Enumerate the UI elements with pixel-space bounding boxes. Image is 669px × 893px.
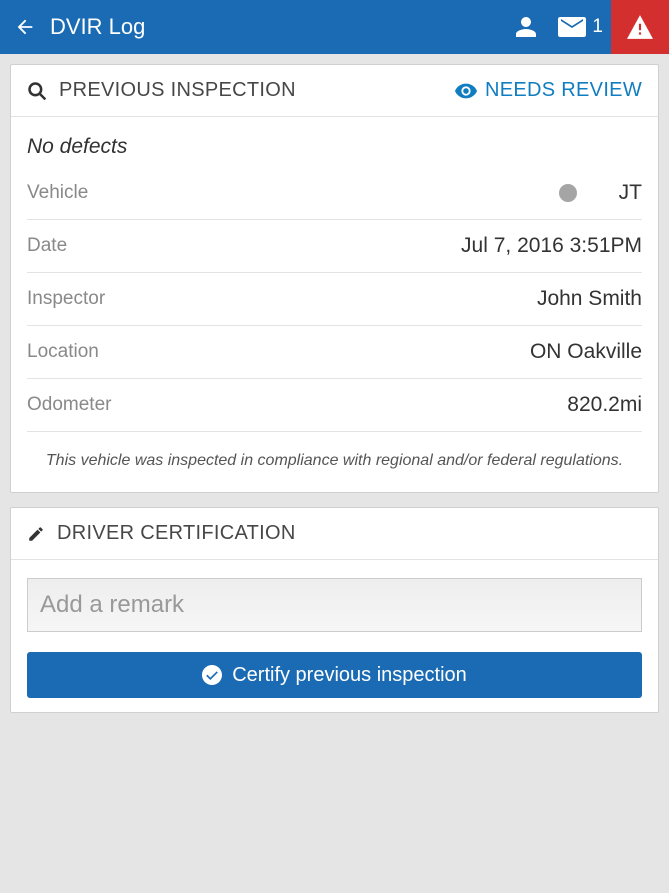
pencil-icon xyxy=(27,525,45,543)
envelope-icon xyxy=(558,17,586,37)
odometer-row: Odometer 820.2mi xyxy=(27,379,642,432)
location-row: Location ON Oakville xyxy=(27,326,642,379)
date-value: Jul 7, 2016 3:51PM xyxy=(461,234,642,258)
messages-button[interactable]: 1 xyxy=(550,16,611,38)
certify-button-label: Certify previous inspection xyxy=(232,664,467,687)
header-actions: 1 xyxy=(502,0,669,54)
date-row: Date Jul 7, 2016 3:51PM xyxy=(27,220,642,273)
alert-button[interactable] xyxy=(611,0,669,54)
certification-card-body: Certify previous inspection xyxy=(11,560,658,712)
page-title: DVIR Log xyxy=(50,14,145,40)
vehicle-status-dot xyxy=(559,184,577,202)
needs-review-button[interactable]: NEEDS REVIEW xyxy=(455,79,642,102)
arrow-left-icon xyxy=(14,16,36,38)
vehicle-row: Vehicle JT xyxy=(27,167,642,220)
defects-status: No defects xyxy=(27,129,642,167)
compliance-notice: This vehicle was inspected in compliance… xyxy=(27,432,642,484)
needs-review-label: NEEDS REVIEW xyxy=(485,79,642,102)
inspector-value: John Smith xyxy=(537,287,642,311)
user-button[interactable] xyxy=(502,15,550,39)
back-button[interactable] xyxy=(0,16,50,38)
location-label: Location xyxy=(27,341,99,363)
inspector-row: Inspector John Smith xyxy=(27,273,642,326)
warning-icon xyxy=(627,15,653,39)
vehicle-label: Vehicle xyxy=(27,182,88,204)
certification-card-header: DRIVER CERTIFICATION xyxy=(11,508,658,560)
main-content: PREVIOUS INSPECTION NEEDS REVIEW No defe… xyxy=(0,54,669,737)
odometer-value: 820.2mi xyxy=(567,393,642,417)
odometer-label: Odometer xyxy=(27,394,111,416)
previous-inspection-card: PREVIOUS INSPECTION NEEDS REVIEW No defe… xyxy=(10,64,659,493)
inspector-label: Inspector xyxy=(27,288,105,310)
certify-button[interactable]: Certify previous inspection xyxy=(27,652,642,698)
message-count: 1 xyxy=(592,16,603,38)
inspection-card-header: PREVIOUS INSPECTION NEEDS REVIEW xyxy=(11,65,658,117)
eye-icon xyxy=(455,83,477,99)
user-icon xyxy=(514,15,538,39)
certification-title: DRIVER CERTIFICATION xyxy=(57,522,296,545)
check-circle-icon xyxy=(202,665,222,685)
remark-input[interactable] xyxy=(27,578,642,632)
search-icon xyxy=(27,81,47,101)
date-label: Date xyxy=(27,235,67,257)
vehicle-value: JT xyxy=(619,181,642,205)
location-value: ON Oakville xyxy=(530,340,642,364)
driver-certification-card: DRIVER CERTIFICATION Certify previous in… xyxy=(10,507,659,713)
inspection-title: PREVIOUS INSPECTION xyxy=(59,79,296,102)
app-header: DVIR Log 1 xyxy=(0,0,669,54)
inspection-card-body: No defects Vehicle JT Date Jul 7, 2016 3… xyxy=(11,117,658,492)
